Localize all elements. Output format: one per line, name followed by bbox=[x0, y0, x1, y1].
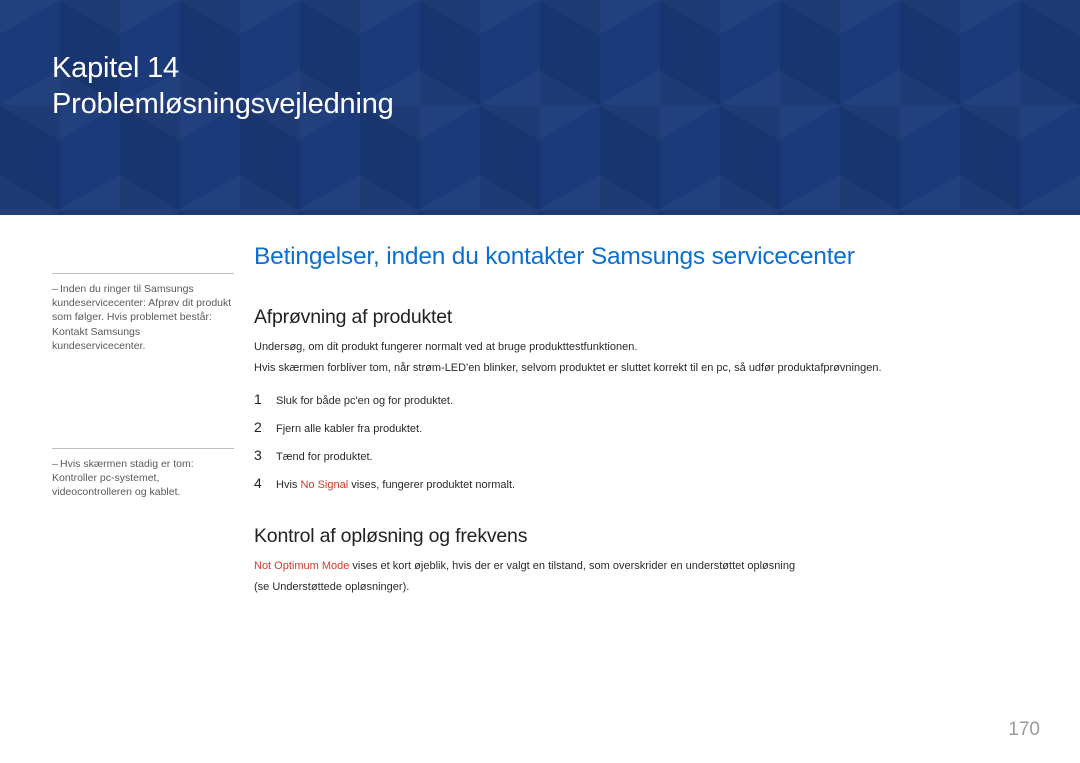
step-number: 3 bbox=[254, 447, 276, 463]
main-content: Betingelser, inden du kontakter Samsungs… bbox=[234, 243, 1050, 600]
page-number: 170 bbox=[1008, 719, 1040, 741]
resolution-p1-suffix: vises et kort øjeblik, hvis der er valgt… bbox=[349, 560, 795, 572]
resolution-p1: Not Optimum Mode vises et kort øjeblik, … bbox=[254, 558, 1050, 575]
step-row: 1 Sluk for både pc'en og for produktet. bbox=[254, 385, 1050, 413]
step4-red: No Signal bbox=[300, 479, 348, 491]
step-text: Tænd for produktet. bbox=[276, 451, 373, 463]
chapter-number: Kapitel 14 bbox=[52, 50, 1080, 86]
subheading-testing: Afprøvning af produktet bbox=[254, 306, 1050, 329]
testing-p2: Hvis skærmen forbliver tom, når strøm-LE… bbox=[254, 360, 1050, 377]
step-row: 3 Tænd for produktet. bbox=[254, 441, 1050, 469]
not-optimum-red: Not Optimum Mode bbox=[254, 560, 349, 572]
page-body: –Inden du ringer til Samsungs kundeservi… bbox=[0, 215, 1080, 600]
sidenote-2: –Hvis skærmen stadig er tom: Kontroller … bbox=[52, 448, 234, 500]
step-text: Fjern alle kabler fra produktet. bbox=[276, 423, 422, 435]
step-row: 2 Fjern alle kabler fra produktet. bbox=[254, 413, 1050, 441]
step4-suffix: vises, fungerer produktet normalt. bbox=[348, 479, 515, 491]
step-number: 2 bbox=[254, 419, 276, 435]
step-text: Hvis No Signal vises, fungerer produktet… bbox=[276, 479, 515, 491]
section-heading: Betingelser, inden du kontakter Samsungs… bbox=[254, 243, 1050, 271]
chapter-header: Kapitel 14 Problemløsningsvejledning bbox=[0, 0, 1080, 215]
sidenote-2-text: Hvis skærmen stadig er tom: Kontroller p… bbox=[52, 458, 194, 498]
sidenote-1: –Inden du ringer til Samsungs kundeservi… bbox=[52, 273, 234, 353]
resolution-p2: (se Understøttede opløsninger). bbox=[254, 579, 1050, 596]
testing-p1: Undersøg, om dit produkt fungerer normal… bbox=[254, 339, 1050, 356]
step4-prefix: Hvis bbox=[276, 479, 300, 491]
subheading-resolution: Kontrol af opløsning og frekvens bbox=[254, 525, 1050, 548]
step-number: 1 bbox=[254, 391, 276, 407]
step-list: 1 Sluk for både pc'en og for produktet. … bbox=[254, 385, 1050, 497]
step-number: 4 bbox=[254, 475, 276, 491]
step-text: Sluk for både pc'en og for produktet. bbox=[276, 395, 453, 407]
chapter-title: Problemløsningsvejledning bbox=[52, 86, 1080, 122]
sidenote-1-text: Inden du ringer til Samsungs kundeservic… bbox=[52, 283, 231, 352]
sidebar: –Inden du ringer til Samsungs kundeservi… bbox=[52, 243, 234, 600]
step-row: 4 Hvis No Signal vises, fungerer produkt… bbox=[254, 469, 1050, 497]
